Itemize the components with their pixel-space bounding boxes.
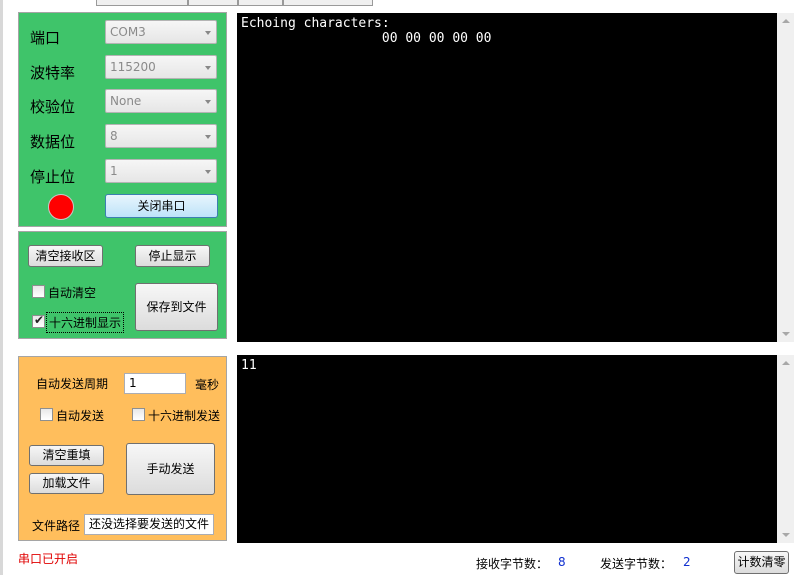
receive-terminal[interactable]: Echoing characters: 00 00 00 00 00 [237,13,777,342]
baud-label: 波特率 [30,64,76,82]
send-period-input[interactable]: 1 [124,373,186,394]
databits-select[interactable]: 8 [105,124,217,148]
tab-stub-1[interactable] [96,0,188,6]
chevron-down-icon [205,170,211,174]
load-file-button[interactable]: 加载文件 [29,473,104,494]
baud-select[interactable]: 115200 [105,55,217,79]
file-path-field[interactable]: 还没选择要发送的文件 [84,514,214,535]
send-terminal[interactable]: 11 [237,355,777,543]
auto-send-label: 自动发送 [56,409,105,423]
chevron-down-icon [205,66,211,70]
manual-send-button[interactable]: 手动发送 [126,443,215,495]
stopbits-select-value: 1 [110,164,118,178]
tab-strip [96,0,376,6]
close-port-button[interactable]: 关闭串口 [105,194,218,218]
hex-display-checkbox[interactable]: ✔ [32,313,45,328]
stopbits-select[interactable]: 1 [105,159,217,183]
clear-refill-button[interactable]: 清空重填 [29,445,104,466]
send-period-label: 自动发送周期 [36,377,109,391]
hex-display-label: 十六进制显示 [46,312,125,333]
parity-label: 校验位 [30,98,76,116]
chevron-down-icon [205,31,211,35]
port-select[interactable]: COM3 [105,20,217,44]
port-status-led-icon [48,194,74,220]
file-path-label: 文件路径 [32,519,81,533]
reset-count-button[interactable]: 计数清零 [734,551,789,574]
port-state-text: 串口已开启 [18,552,79,566]
databits-label: 数据位 [30,133,76,151]
window-left-edge [0,0,3,575]
port-select-value: COM3 [110,25,146,39]
send-period-unit: 毫秒 [195,378,220,392]
tab-stub-3[interactable] [238,0,283,6]
port-label: 端口 [30,29,61,47]
hex-send-checkbox[interactable] [132,408,145,421]
baud-select-value: 115200 [110,60,156,74]
scroll-down-icon[interactable] [782,332,790,336]
tab-stub-2[interactable] [188,0,238,6]
chevron-down-icon [205,100,211,104]
tx-count-value: 2 [683,555,691,569]
stop-display-button[interactable]: 停止显示 [135,245,210,267]
tab-stub-4[interactable] [283,0,373,6]
auto-send-checkbox[interactable] [40,408,53,421]
scroll-up-icon[interactable] [782,19,790,23]
send-scrollbar[interactable] [777,355,794,543]
stopbits-label: 停止位 [30,168,76,186]
chevron-down-icon [205,135,211,139]
save-to-file-button[interactable]: 保存到文件 [135,283,218,331]
auto-clear-label: 自动清空 [48,286,97,300]
scroll-up-icon[interactable] [782,361,790,365]
check-icon: ✔ [34,313,45,327]
rx-count-value: 8 [558,555,566,569]
tx-count-label: 发送字节数： [600,557,673,571]
scroll-down-icon[interactable] [782,533,790,537]
rx-count-label: 接收字节数： [476,557,549,571]
receive-scrollbar[interactable] [777,13,794,342]
auto-clear-checkbox[interactable] [32,285,45,298]
hex-send-label: 十六进制发送 [148,409,221,423]
databits-select-value: 8 [110,129,118,143]
clear-receive-button[interactable]: 清空接收区 [28,245,103,267]
parity-select-value: None [110,94,142,108]
parity-select[interactable]: None [105,89,217,113]
